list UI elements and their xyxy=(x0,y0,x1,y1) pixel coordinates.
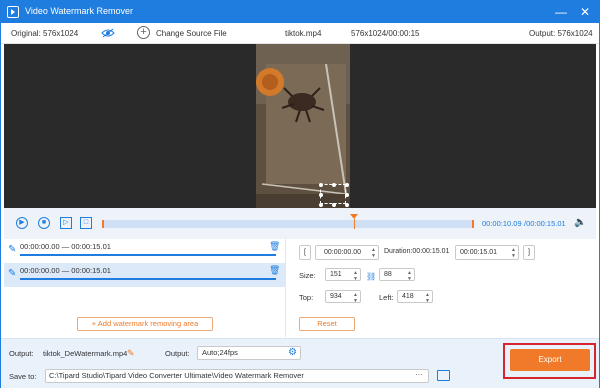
width-value: 151 xyxy=(330,271,342,278)
brush-icon: ✎ xyxy=(8,268,17,279)
segment-item[interactable]: ✎ 00:00:00.00 — 00:00:15.01 🗑 xyxy=(4,239,286,263)
segment-range: 00:00:00.00 — 00:00:15.01 xyxy=(20,266,111,275)
eye-icon[interactable] xyxy=(101,28,115,38)
add-source-icon[interactable]: + xyxy=(137,26,150,39)
video-preview xyxy=(4,44,596,208)
close-button[interactable]: ✕ xyxy=(577,4,593,20)
trash-icon[interactable]: 🗑 xyxy=(269,241,280,251)
folder-icon[interactable] xyxy=(437,370,450,381)
trash-icon[interactable]: 🗑 xyxy=(269,265,280,275)
end-time-spinner[interactable]: ▲ ▼ xyxy=(511,247,516,259)
size-label: Size: xyxy=(299,271,316,280)
segment-list-panel: ✎ 00:00:00.00 — 00:00:15.01 🗑 ✎ 00:00:00… xyxy=(4,239,286,337)
edit-icon[interactable]: ✎ xyxy=(127,348,135,359)
set-start-bracket-button[interactable]: [ xyxy=(299,245,311,260)
playhead-line xyxy=(354,219,355,229)
link-icon[interactable]: ⛓ xyxy=(366,272,376,281)
left-label: Left: xyxy=(379,293,394,302)
current-time: 00:00:10.09 xyxy=(482,219,522,228)
timeline-slider[interactable] xyxy=(102,214,474,229)
video-frame[interactable] xyxy=(256,44,350,208)
stop-icon[interactable]: ■ xyxy=(38,217,50,229)
top-value: 934 xyxy=(330,293,342,300)
left-spinner[interactable]: ▲ ▼ xyxy=(425,292,430,304)
set-end-bracket-button[interactable]: ] xyxy=(523,245,535,260)
file-name: tiktok.mp4 xyxy=(285,29,322,38)
play-icon[interactable]: ▶ xyxy=(16,217,28,229)
app-logo-icon xyxy=(7,6,19,18)
output-label: Output: xyxy=(9,349,34,358)
top-field[interactable]: 934 ▲ ▼ xyxy=(325,290,361,304)
volume-icon[interactable]: 🔈 xyxy=(574,218,586,228)
window-title: Video Watermark Remover xyxy=(25,6,134,16)
settings-panel: [ 00:00:00.00 ▲ ▼ Duration:00:00:15.01 00… xyxy=(291,239,596,337)
title-bar: Video Watermark Remover — ✕ xyxy=(1,1,599,23)
top-spinner[interactable]: ▲ ▼ xyxy=(353,292,358,304)
left-value: 418 xyxy=(402,293,414,300)
segment-bar xyxy=(20,278,276,280)
output-file-name: tiktok_DeWatermark.mp4 xyxy=(43,349,128,358)
height-spinner[interactable]: ▲ ▼ xyxy=(407,270,412,282)
duration-label: Duration:00:00:15.01 xyxy=(381,245,451,260)
next-frame-icon[interactable]: ▷ xyxy=(60,217,72,229)
height-value: 88 xyxy=(384,271,392,278)
output-format-select[interactable]: Auto;24fps xyxy=(197,346,301,360)
total-time: /00:00:15.01 xyxy=(524,219,566,228)
segment-range: 00:00:00.00 — 00:00:15.01 xyxy=(20,242,111,251)
output-resolution: Output: 576x1024 xyxy=(529,29,593,38)
original-resolution: Original: 576x1024 xyxy=(11,29,79,38)
height-field[interactable]: 88 ▲ ▼ xyxy=(379,268,415,282)
width-field[interactable]: 151 ▲ ▼ xyxy=(325,268,361,282)
left-field[interactable]: 418 ▲ ▼ xyxy=(397,290,433,304)
minimize-button[interactable]: — xyxy=(553,4,569,20)
end-time-field[interactable]: 00:00:15.01 ▲ ▼ xyxy=(455,245,519,260)
reset-button[interactable]: Reset xyxy=(299,317,355,331)
segment-item[interactable]: ✎ 00:00:00.00 — 00:00:15.01 🗑 xyxy=(4,263,286,287)
file-meta: 576x1024/00:00:15 xyxy=(351,29,420,38)
export-button[interactable]: Export xyxy=(510,349,590,371)
change-source-file-button[interactable]: Change Source File xyxy=(156,29,227,38)
brush-icon: ✎ xyxy=(8,244,17,255)
playback-bar: ▶ ■ ▷ □ 00:00:10.09 /00:00:15.01 🔈 xyxy=(4,208,596,239)
app-window: Video Watermark Remover — ✕ Original: 57… xyxy=(0,0,600,388)
width-spinner[interactable]: ▲ ▼ xyxy=(353,270,358,282)
info-bar: Original: 576x1024 + Change Source File … xyxy=(1,23,599,44)
start-time-spinner[interactable]: ▲ ▼ xyxy=(371,247,376,259)
top-label: Top: xyxy=(299,293,314,302)
save-path-field[interactable]: C:\Tipard Studio\Tipard Video Converter … xyxy=(45,369,429,383)
start-time-value: 00:00:00.00 xyxy=(324,249,361,256)
segment-bar xyxy=(20,254,276,256)
browse-button[interactable]: ··· xyxy=(409,369,429,383)
add-watermark-area-button[interactable]: + Add watermark removing area xyxy=(77,317,213,331)
end-time-value: 00:00:15.01 xyxy=(460,249,497,256)
start-time-field[interactable]: 00:00:00.00 ▲ ▼ xyxy=(315,245,379,260)
output-format-label: Output: xyxy=(165,349,190,358)
save-to-label: Save to: xyxy=(9,372,37,381)
gear-icon[interactable]: ⚙ xyxy=(288,347,299,358)
loop-icon[interactable]: □ xyxy=(80,217,92,229)
watermark-selection-box[interactable] xyxy=(319,183,349,207)
